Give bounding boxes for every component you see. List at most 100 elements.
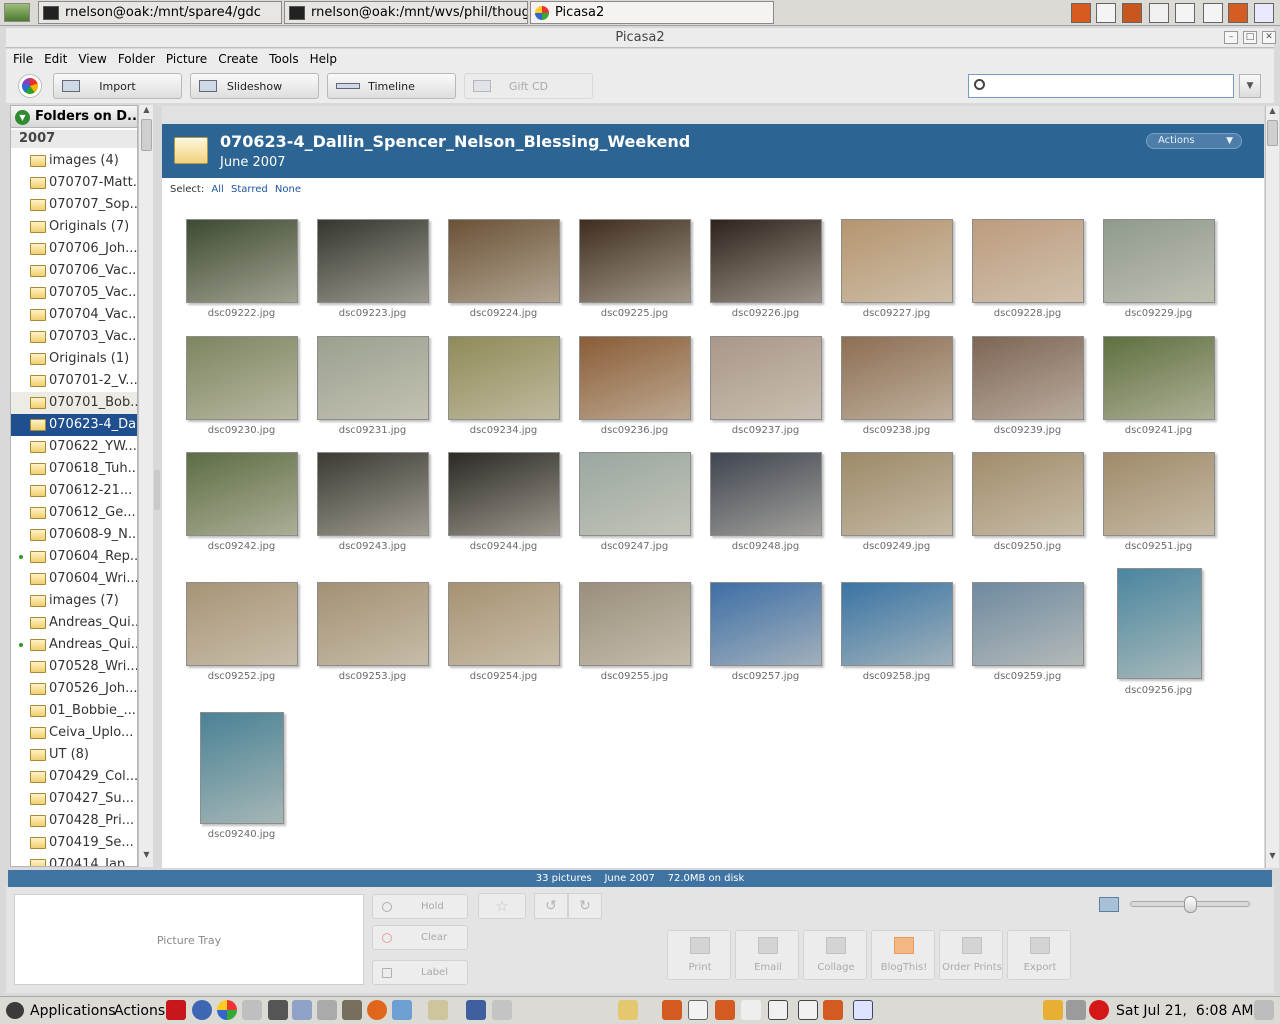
menu-picture[interactable]: Picture xyxy=(166,52,207,66)
folder-item[interactable]: 070618_Tuh... xyxy=(11,458,137,480)
folder-item[interactable]: Andreas_Qui... xyxy=(11,612,137,634)
phone-icon[interactable] xyxy=(428,1000,448,1020)
picasa-logo-icon[interactable] xyxy=(19,75,41,97)
export-button[interactable]: Export xyxy=(1007,930,1071,980)
photo-thumbnail[interactable] xyxy=(186,336,298,420)
folder-item[interactable]: Ceiva_Uplo... xyxy=(11,722,137,744)
picasa-small-icon[interactable] xyxy=(1254,3,1274,23)
minimize-button[interactable]: – xyxy=(1224,31,1238,44)
folder-item[interactable]: Originals (1) xyxy=(11,348,137,370)
menu-folder[interactable]: Folder xyxy=(118,52,155,66)
photo-thumbnail[interactable] xyxy=(579,336,691,420)
folder-item[interactable]: Andreas_Qui... xyxy=(11,634,137,656)
rotate-right-button[interactable]: ↻ xyxy=(568,893,602,919)
folder-list-header[interactable]: ▼ Folders on D... xyxy=(11,106,137,128)
email-button[interactable]: Email xyxy=(735,930,799,980)
dictionary-icon[interactable] xyxy=(317,1000,337,1020)
picasa-icon[interactable] xyxy=(1149,3,1169,23)
hold-button[interactable]: Hold xyxy=(372,894,468,919)
photo-thumbnail[interactable] xyxy=(317,582,429,666)
terminal-icon[interactable] xyxy=(268,1000,288,1020)
menu-view[interactable]: View xyxy=(78,52,106,66)
gimp-icon[interactable] xyxy=(342,1000,362,1020)
photo-thumbnail[interactable] xyxy=(448,336,560,420)
folder-item[interactable]: 070612-21... xyxy=(11,480,137,502)
photo-thumbnail[interactable] xyxy=(317,219,429,303)
clear-button[interactable]: Clear xyxy=(372,925,468,950)
photo-thumbnail[interactable] xyxy=(200,712,284,824)
folder-item[interactable]: UT (8) xyxy=(11,744,137,766)
photo-thumbnail[interactable] xyxy=(972,336,1084,420)
photo-thumbnail[interactable] xyxy=(186,219,298,303)
globe-icon[interactable] xyxy=(192,1000,212,1020)
main-scrollbar[interactable]: ▲ ▼ xyxy=(1265,106,1279,868)
window-list-icon[interactable] xyxy=(1175,3,1195,23)
folder-item[interactable]: 070608-9_N... xyxy=(11,524,137,546)
mb-icon[interactable] xyxy=(166,1000,186,1020)
photo-thumbnail[interactable] xyxy=(448,219,560,303)
select-starred-link[interactable]: Starred xyxy=(231,184,268,195)
photo-thumbnail[interactable] xyxy=(1103,452,1215,536)
folder-item[interactable]: 070604_Rep... xyxy=(11,546,137,568)
collage-button[interactable]: Collage xyxy=(803,930,867,980)
firefox-icon[interactable] xyxy=(1122,3,1142,23)
photo-thumbnail[interactable] xyxy=(1103,336,1215,420)
folder-item[interactable]: 070705_Vac... xyxy=(11,282,137,304)
folder-item[interactable]: images (7) xyxy=(11,590,137,612)
applications-menu[interactable]: Applications xyxy=(30,1003,116,1019)
photo-thumbnail[interactable] xyxy=(972,452,1084,536)
rotate-left-button[interactable]: ↺ xyxy=(534,893,568,919)
folder-item[interactable]: 070707-Matt... xyxy=(11,172,137,194)
photo-thumbnail[interactable] xyxy=(186,582,298,666)
folder-item[interactable]: 070623-4_Da... xyxy=(11,414,137,436)
alert-icon[interactable] xyxy=(1089,1000,1109,1020)
gift-cd-button[interactable]: Gift CD xyxy=(464,73,593,99)
folder-item[interactable]: 070701-2_V... xyxy=(11,370,137,392)
picasa-icon[interactable] xyxy=(217,1000,237,1020)
folder-item[interactable]: 070414_Jap... xyxy=(11,854,137,866)
folder-item[interactable]: 070612_Ge... xyxy=(11,502,137,524)
firefox-icon[interactable] xyxy=(1071,3,1091,23)
photo-thumbnail[interactable] xyxy=(841,582,953,666)
select-all-link[interactable]: All xyxy=(211,184,223,195)
folder-item[interactable]: 01_Bobbie_... xyxy=(11,700,137,722)
firefox-icon[interactable] xyxy=(715,1000,735,1020)
photo-thumbnail[interactable] xyxy=(710,336,822,420)
photo-thumbnail[interactable] xyxy=(579,452,691,536)
photo-thumbnail[interactable] xyxy=(317,336,429,420)
scroll-down-arrow[interactable]: ▼ xyxy=(1266,851,1279,864)
menu-tools[interactable]: Tools xyxy=(269,52,299,66)
folder-item[interactable]: 070526_Joh... xyxy=(11,678,137,700)
menu-edit[interactable]: Edit xyxy=(44,52,67,66)
scroll-down-arrow[interactable]: ▼ xyxy=(140,850,153,863)
photo-thumbnail[interactable] xyxy=(841,452,953,536)
photo-thumbnail[interactable] xyxy=(841,219,953,303)
folder-item[interactable]: 070528_Wri... xyxy=(11,656,137,678)
folder-item[interactable]: 070428_Pri... xyxy=(11,810,137,832)
taskbar-item-terminal-1[interactable]: rnelson@oak:/mnt/spare4/gdc xyxy=(38,1,282,24)
folder-item[interactable]: 070703_Vac... xyxy=(11,326,137,348)
scroll-up-arrow[interactable]: ▲ xyxy=(1266,106,1279,119)
photo-thumbnail[interactable] xyxy=(448,582,560,666)
firefox-icon[interactable] xyxy=(662,1000,682,1020)
window-list-icon[interactable] xyxy=(1203,3,1223,23)
scroll-up-arrow[interactable]: ▲ xyxy=(140,105,153,118)
folder-item[interactable]: 070706_Joh... xyxy=(11,238,137,260)
photo-thumbnail[interactable] xyxy=(1117,568,1202,679)
picasa-small-icon[interactable] xyxy=(853,1000,873,1020)
taskbar-item-terminal-2[interactable]: rnelson@oak:/mnt/wvs/phil/thoughtlet xyxy=(284,1,528,24)
scroll-thumb[interactable] xyxy=(141,119,152,151)
zoom-slider[interactable] xyxy=(1130,896,1250,913)
album-title[interactable]: 070623-4_Dallin_Spencer_Nelson_Blessing_… xyxy=(220,132,690,151)
network-status-icon[interactable] xyxy=(1066,1000,1086,1020)
folder-item[interactable]: 070707_Sop... xyxy=(11,194,137,216)
mail-icon[interactable] xyxy=(618,1000,638,1020)
photo-thumbnail[interactable] xyxy=(841,336,953,420)
network-icon[interactable] xyxy=(292,1000,312,1020)
folder-scrollbar[interactable]: ▲ ▼ xyxy=(138,105,153,867)
firefox-icon[interactable] xyxy=(367,1000,387,1020)
menu-launcher-icon[interactable] xyxy=(4,3,30,22)
messenger-icon[interactable] xyxy=(392,1000,412,1020)
folder-item[interactable]: 070419_Se... xyxy=(11,832,137,854)
folder-item[interactable]: Originals (7) xyxy=(11,216,137,238)
